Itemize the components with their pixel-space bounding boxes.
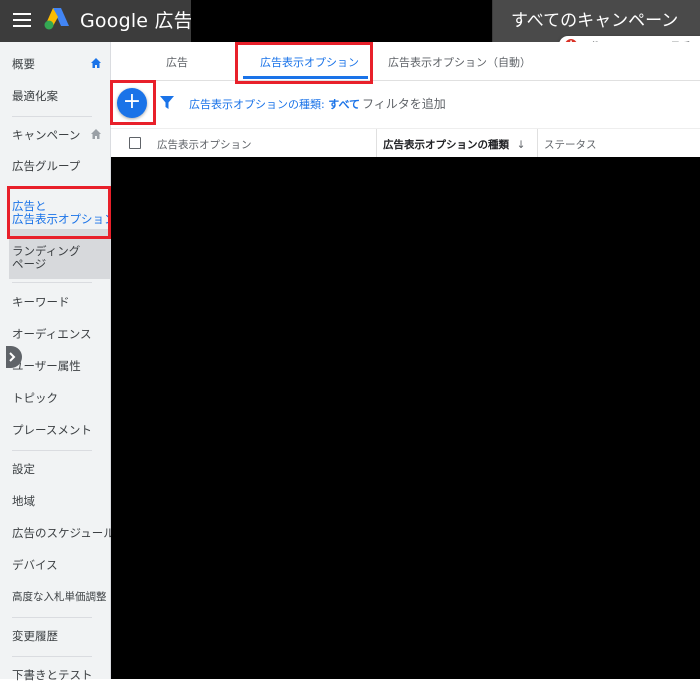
sidebar-item-label: キーワード: [12, 295, 70, 309]
sidebar-item-label: 変更履歴: [12, 629, 58, 643]
filter-chip[interactable]: 広告表示オプションの種類: すべて: [189, 96, 360, 112]
sidebar-item-label: 広告表示オプション: [12, 212, 116, 226]
column-header-label: 広告表示オプションの種類: [383, 139, 509, 151]
sidebar-item-label: ページ: [12, 257, 47, 271]
campaign-title: すべてのキャンペーン: [511, 11, 679, 31]
google-ads-logo-icon: [44, 8, 69, 30]
sidebar-item-label: 広告のスケジュール: [12, 526, 115, 540]
sidebar-item-label: オーディエンス: [12, 327, 92, 341]
active-tab-indicator: [243, 76, 368, 79]
column-header-status[interactable]: ステータス: [544, 137, 597, 152]
sidebar-divider: [12, 282, 92, 283]
add-filter-button[interactable]: フィルタを追加: [362, 95, 446, 112]
sidebar-item-label: トピック: [12, 391, 58, 405]
sidebar-divider: [12, 617, 92, 618]
tab-ad-extensions[interactable]: 広告表示オプション: [260, 54, 359, 70]
sidebar-divider: [12, 656, 92, 657]
sidebar-item-label: デバイス: [12, 558, 58, 572]
tab-ad-extensions-auto[interactable]: 広告表示オプション（自動）: [388, 54, 531, 70]
redacted-table-body: [111, 157, 700, 679]
sort-arrow-icon: ↓: [516, 139, 526, 151]
sidebar-item-label: 最適化案: [12, 89, 58, 103]
menu-icon[interactable]: [13, 13, 31, 27]
sidebar-item-label: 高度な入札単価調整: [12, 591, 107, 603]
sidebar-item-label: 概要: [12, 57, 35, 71]
add-button[interactable]: +: [117, 88, 147, 118]
sidebar-item-label: キャンペーン: [12, 128, 81, 142]
home-icon: [91, 129, 101, 139]
column-header-extension-type[interactable]: 広告表示オプションの種類 ↓: [383, 137, 525, 152]
table-header: 広告表示オプション 広告表示オプションの種類 ↓ ステータス: [111, 128, 700, 159]
column-divider: [537, 129, 538, 158]
select-all-checkbox[interactable]: [129, 137, 141, 149]
filter-icon[interactable]: [160, 96, 174, 109]
chevron-right-icon: [9, 352, 16, 362]
sidebar-item-label: 下書きとテスト: [12, 668, 93, 682]
filter-label: 広告表示オプションの種類:: [189, 98, 325, 111]
sidebar-divider: [12, 116, 92, 117]
sidebar-item-label: 地域: [12, 494, 35, 508]
redacted-area: [191, 0, 492, 42]
tab-ads[interactable]: 広告: [166, 54, 188, 70]
column-divider: [376, 129, 377, 158]
tab-bar: 広告 広告表示オプション 広告表示オプション（自動）: [111, 42, 700, 81]
sidebar-divider: [12, 450, 92, 451]
sidebar-item-label: 広告グループ: [12, 159, 81, 173]
sidebar-item-label: 設定: [12, 462, 35, 476]
sidebar-item-label: プレースメント: [12, 423, 92, 437]
filter-value: すべて: [328, 98, 361, 111]
column-header-ad-extension[interactable]: 広告表示オプション: [157, 137, 252, 152]
brand-title: Google 広告: [80, 10, 193, 32]
sidebar-item-label: ユーザー属性: [12, 359, 81, 373]
home-icon: [91, 58, 101, 68]
